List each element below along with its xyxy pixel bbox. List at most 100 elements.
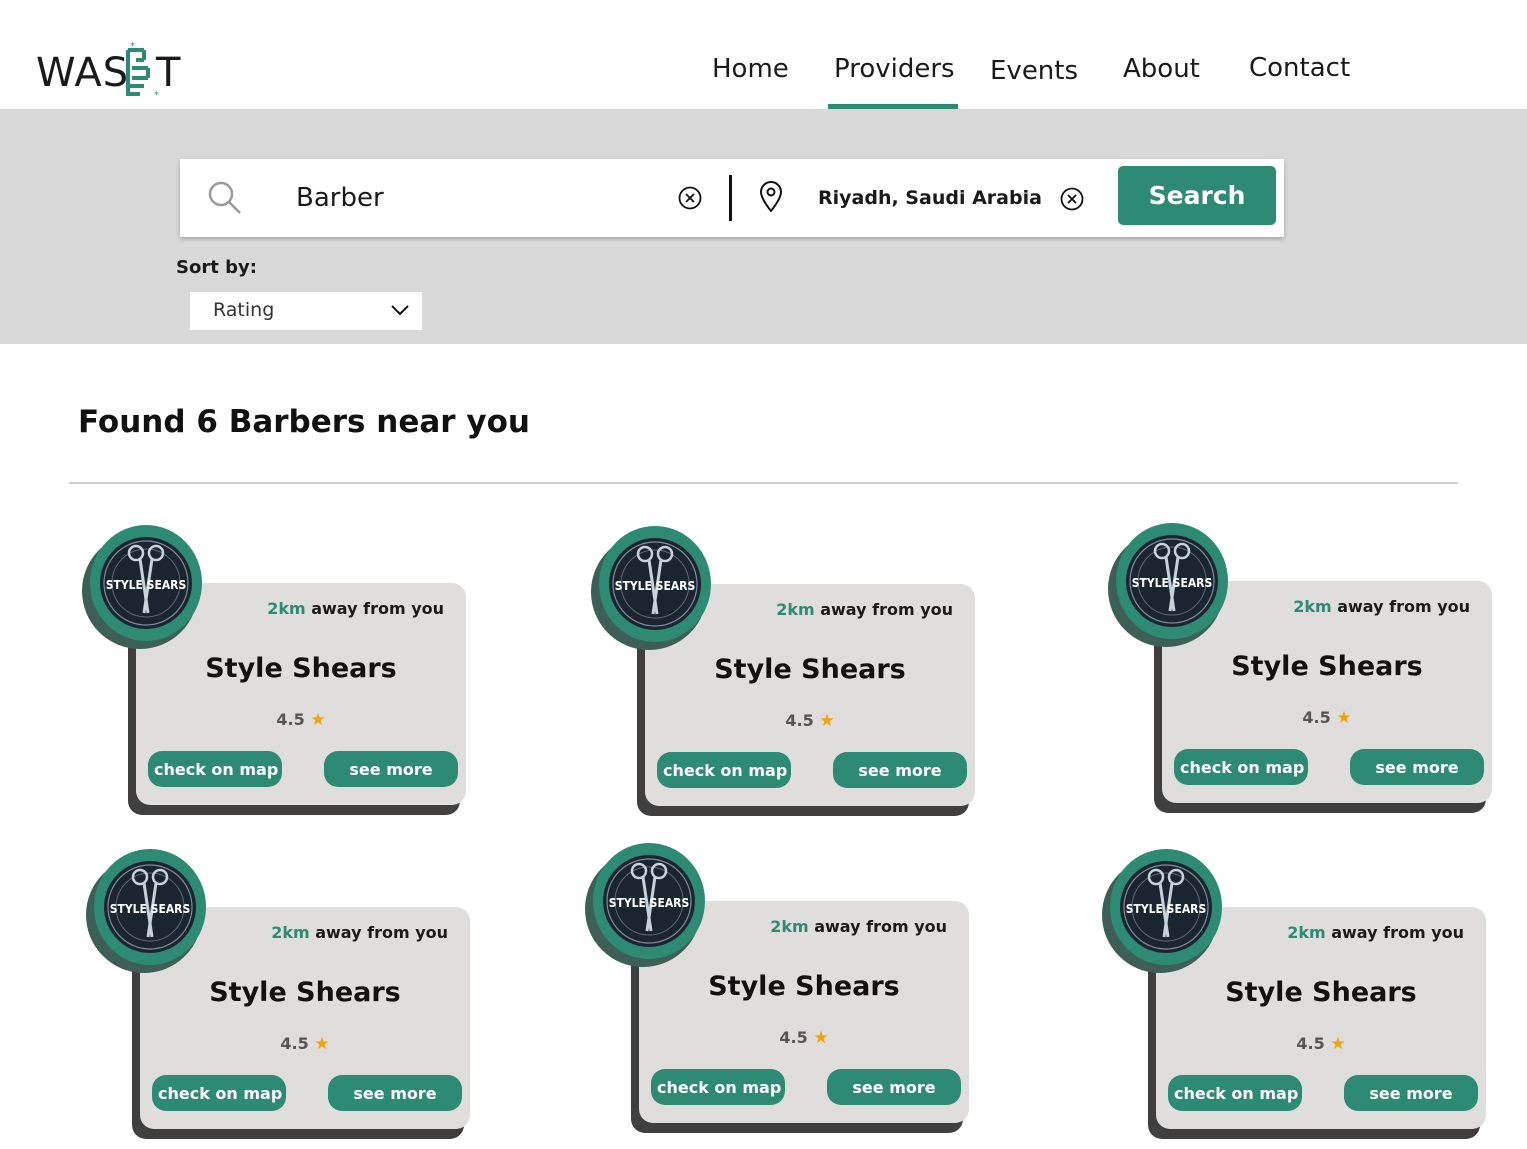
rating-value: 4.5	[785, 711, 814, 730]
check-on-map-button[interactable]: check on map	[148, 751, 282, 787]
logo-text: STYLE SEARS	[1126, 902, 1207, 916]
star-icon: ★	[819, 711, 835, 731]
star-icon: ★	[314, 1034, 330, 1054]
rating: 4.5 ★	[639, 1028, 969, 1048]
distance-text: 2km away from you	[776, 600, 953, 619]
see-more-button[interactable]: see more	[833, 752, 967, 788]
provider-avatar[interactable]: STYLE SEARS	[1110, 849, 1222, 965]
search-divider	[729, 175, 732, 221]
scissors-logo-icon: STYLE SEARS	[603, 855, 695, 947]
distance-value: 2km	[1293, 597, 1332, 616]
distance-suffix: away from you	[311, 599, 444, 618]
see-more-button[interactable]: see more	[1350, 749, 1484, 785]
distance-text: 2km away from you	[1293, 597, 1470, 616]
search-input[interactable]	[294, 177, 658, 219]
rating-value: 4.5	[779, 1028, 808, 1047]
check-on-map-button[interactable]: check on map	[651, 1069, 785, 1105]
logo-text: STYLE SEARS	[1132, 576, 1213, 590]
see-more-button[interactable]: see more	[328, 1075, 462, 1111]
provider-card: 2km away from you Style Shears 4.5 ★ che…	[591, 526, 1001, 826]
check-on-map-button[interactable]: check on map	[152, 1075, 286, 1111]
rating-value: 4.5	[280, 1034, 309, 1053]
distance-value: 2km	[271, 923, 310, 942]
location-pin-icon	[759, 181, 783, 213]
check-on-map-button[interactable]: check on map	[1174, 749, 1308, 785]
see-more-button[interactable]: see more	[324, 751, 458, 787]
provider-name[interactable]: Style Shears	[1156, 977, 1486, 1008]
site-header: WAS * * T Home Providers Events About Co…	[0, 0, 1527, 110]
distance-value: 2km	[267, 599, 306, 618]
star-icon: ★	[310, 710, 326, 730]
scissors-logo-icon: STYLE SEARS	[1120, 861, 1212, 953]
provider-avatar[interactable]: STYLE SEARS	[599, 526, 711, 642]
svg-text:T: T	[155, 50, 181, 96]
distance-text: 2km away from you	[271, 923, 448, 942]
see-more-button[interactable]: see more	[827, 1069, 961, 1105]
provider-avatar[interactable]: STYLE SEARS	[94, 849, 206, 965]
search-button[interactable]: Search	[1118, 166, 1276, 225]
nav-events[interactable]: Events	[990, 56, 1078, 86]
rating: 4.5 ★	[645, 711, 975, 731]
sort-label: Sort by:	[176, 257, 257, 278]
distance-text: 2km away from you	[770, 917, 947, 936]
rating: 4.5 ★	[1162, 708, 1492, 728]
nav-home[interactable]: Home	[712, 54, 789, 84]
rating-value: 4.5	[1296, 1034, 1325, 1053]
provider-name[interactable]: Style Shears	[639, 971, 969, 1002]
check-on-map-button[interactable]: check on map	[1168, 1075, 1302, 1111]
provider-card: 2km away from you Style Shears 4.5 ★ che…	[82, 525, 492, 825]
search-section: Search Sort by: Rating	[0, 109, 1527, 344]
star-icon: ★	[813, 1028, 829, 1048]
provider-card: 2km away from you Style Shears 4.5 ★ che…	[585, 843, 995, 1143]
scissors-logo-icon: STYLE SEARS	[100, 537, 192, 629]
provider-avatar[interactable]: STYLE SEARS	[90, 525, 202, 641]
scissors-logo-icon: STYLE SEARS	[609, 538, 701, 630]
logo-text: STYLE SEARS	[609, 896, 690, 910]
waseet-logo-icon: WAS * * T	[36, 41, 181, 101]
nav-about[interactable]: About	[1123, 54, 1200, 84]
results-title: Found 6 Barbers near you	[78, 404, 530, 440]
distance-value: 2km	[770, 917, 809, 936]
search-icon	[208, 181, 241, 214]
rating: 4.5 ★	[1156, 1034, 1486, 1054]
provider-name[interactable]: Style Shears	[136, 653, 466, 684]
clear-location-icon[interactable]	[1060, 187, 1084, 211]
distance-value: 2km	[776, 600, 815, 619]
nav-providers[interactable]: Providers	[834, 54, 955, 84]
logo-text: STYLE SEARS	[615, 579, 696, 593]
provider-avatar[interactable]: STYLE SEARS	[1116, 523, 1228, 639]
distance-text: 2km away from you	[1287, 923, 1464, 942]
provider-name[interactable]: Style Shears	[1162, 651, 1492, 682]
clear-query-icon[interactable]	[678, 186, 702, 210]
logo-text: STYLE SEARS	[106, 578, 187, 592]
provider-card: 2km away from you Style Shears 4.5 ★ che…	[1102, 849, 1512, 1149]
distance-text: 2km away from you	[267, 599, 444, 618]
svg-text:*: *	[130, 42, 135, 52]
chevron-down-icon	[391, 305, 409, 316]
search-bar: Search	[180, 159, 1284, 237]
star-icon: ★	[1330, 1034, 1346, 1054]
provider-name[interactable]: Style Shears	[645, 654, 975, 685]
check-on-map-button[interactable]: check on map	[657, 752, 791, 788]
see-more-button[interactable]: see more	[1344, 1075, 1478, 1111]
distance-suffix: away from you	[1331, 923, 1464, 942]
distance-suffix: away from you	[315, 923, 448, 942]
sort-dropdown[interactable]: Rating	[190, 292, 422, 330]
brand-logo[interactable]: WAS * * T	[36, 41, 186, 101]
rating: 4.5 ★	[140, 1034, 470, 1054]
rating-value: 4.5	[1302, 708, 1331, 727]
distance-suffix: away from you	[820, 600, 953, 619]
location-input[interactable]	[816, 179, 1050, 217]
star-icon: ★	[1336, 708, 1352, 728]
provider-card: 2km away from you Style Shears 4.5 ★ che…	[86, 849, 496, 1149]
rating: 4.5 ★	[136, 710, 466, 730]
distance-suffix: away from you	[814, 917, 947, 936]
provider-name[interactable]: Style Shears	[140, 977, 470, 1008]
distance-suffix: away from you	[1337, 597, 1470, 616]
scissors-logo-icon: STYLE SEARS	[104, 861, 196, 953]
results-divider	[69, 482, 1458, 484]
provider-avatar[interactable]: STYLE SEARS	[593, 843, 705, 959]
sort-value: Rating	[213, 299, 275, 321]
distance-value: 2km	[1287, 923, 1326, 942]
nav-contact[interactable]: Contact	[1249, 53, 1350, 83]
